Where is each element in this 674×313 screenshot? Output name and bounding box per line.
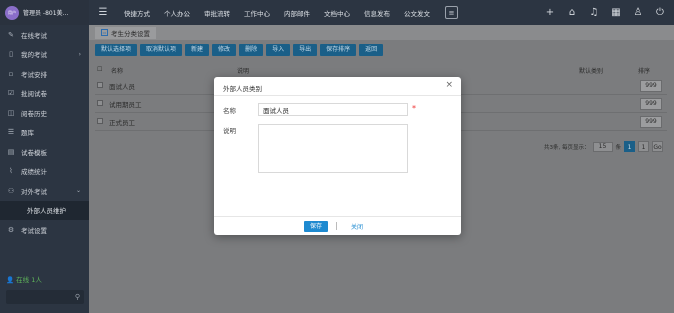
top-navbar: ☰ 快捷方式 个人办公 审批流转 工作中心 内部邮件 文档中心 信息发布 公文发… bbox=[89, 0, 674, 25]
online-status: 👤 在线 1人 bbox=[6, 276, 42, 284]
chevron-right-icon: › bbox=[78, 50, 81, 58]
gear-icon: ⚙ bbox=[7, 225, 15, 234]
edit-icon: ✎ bbox=[8, 30, 14, 39]
top-icon-group: + ⌂ ♫ ▦ ♙ ⏻ bbox=[544, 0, 666, 25]
pagination: 共3条, 每页显示： 15 条 1 1 Go bbox=[544, 141, 664, 152]
export-button[interactable]: 导出 bbox=[293, 44, 318, 56]
chart-icon: ⌇ bbox=[9, 167, 13, 176]
row-name: 面试人员 bbox=[109, 83, 135, 91]
file-icon: ▫ bbox=[8, 69, 14, 78]
delete-button[interactable]: 删除 bbox=[239, 44, 264, 56]
nav-shortcuts[interactable]: 快捷方式 bbox=[117, 8, 157, 18]
nav-personal-office[interactable]: 个人办公 bbox=[157, 8, 197, 18]
sidebar-item-paper-template[interactable]: ▤ 试卷模板 bbox=[0, 142, 89, 162]
sidebar-item-score-stats[interactable]: ⌇ 成绩统计 bbox=[0, 162, 89, 182]
page-size-select[interactable]: 15 bbox=[592, 141, 613, 152]
plus-icon[interactable]: + bbox=[544, 7, 556, 18]
set-default-button[interactable]: 默认选择项 bbox=[95, 44, 138, 56]
shirt-icon[interactable]: ♙ bbox=[632, 7, 644, 18]
chevron-down-icon: ⌄ bbox=[75, 187, 81, 195]
search-icon[interactable]: ⚲ bbox=[75, 293, 80, 301]
sidebar-item-grade-papers[interactable]: ☑ 批阅试卷 bbox=[0, 84, 89, 104]
edit-button[interactable]: 修改 bbox=[212, 44, 237, 56]
check-icon: ☑ bbox=[7, 89, 15, 98]
sidebar: 用户 管理员 -801美... ✎ 在线考试 ▯ 我的考试 › ▫ 考试安排 ☑ 批阅试卷… bbox=[0, 0, 89, 313]
sidebar-item-grading-history[interactable]: ◫ 阅卷历史 bbox=[0, 103, 89, 123]
dialog-footer-divider bbox=[214, 216, 461, 217]
required-mark: * bbox=[412, 104, 416, 113]
page-go-button[interactable]: Go bbox=[652, 141, 664, 152]
desc-textarea[interactable] bbox=[258, 124, 408, 173]
page-jump-input[interactable]: 1 bbox=[638, 141, 650, 152]
name-label: 名称 bbox=[223, 107, 236, 115]
user-name[interactable]: 管理员 -801美... bbox=[23, 8, 68, 17]
column-desc: 说明 bbox=[237, 68, 250, 75]
pager-summary: 共3条, 每页显示： bbox=[544, 144, 590, 151]
name-input[interactable] bbox=[258, 103, 408, 116]
sidebar-item-exam-settings[interactable]: ⚙ 考试设置 bbox=[0, 220, 89, 240]
sidebar-item-external-staff[interactable]: 外部人员维护 bbox=[0, 200, 89, 220]
book-icon: ▯ bbox=[9, 50, 13, 59]
column-default: 默认类别 bbox=[579, 68, 604, 75]
dialog-divider bbox=[214, 95, 461, 96]
sidebar-item-my-exam[interactable]: ▯ 我的考试 › bbox=[0, 45, 89, 65]
row-name: 正式员工 bbox=[109, 119, 135, 127]
bell-icon[interactable]: ♫ bbox=[588, 7, 600, 18]
page-current-button[interactable]: 1 bbox=[624, 141, 636, 152]
pager-unit: 条 bbox=[615, 144, 622, 151]
row-name: 试用期员工 bbox=[109, 101, 142, 109]
nav-approval[interactable]: 审批流转 bbox=[197, 8, 237, 18]
menu-toggle-icon[interactable]: ☰ bbox=[93, 7, 113, 18]
nav-doc-center[interactable]: 文档中心 bbox=[317, 8, 357, 18]
order-input[interactable]: 999 bbox=[640, 98, 662, 110]
nav-official-doc[interactable]: 公文发文 bbox=[397, 8, 437, 18]
avatar[interactable]: 用户 bbox=[5, 5, 19, 20]
select-all-checkbox[interactable]: ☐ bbox=[97, 66, 102, 73]
column-name: 名称 bbox=[111, 68, 124, 75]
power-icon[interactable]: ⏻ bbox=[654, 7, 666, 18]
tab-bar: ▭ 考生分类设置 bbox=[89, 25, 674, 40]
column-order: 排序 bbox=[638, 68, 651, 75]
top-nav: 快捷方式 个人办公 审批流转 工作中心 内部邮件 文档中心 信息发布 公文发文 bbox=[117, 8, 437, 18]
toolbar: 默认选择项 取消默认项 新建 修改 删除 导入 导出 保存排序 返回 bbox=[95, 44, 384, 56]
footer-separator bbox=[336, 222, 337, 230]
sidebar-item-exam-schedule[interactable]: ▫ 考试安排 bbox=[0, 64, 89, 84]
history-icon: ◫ bbox=[7, 108, 15, 117]
nav-internal-mail[interactable]: 内部邮件 bbox=[277, 8, 317, 18]
table-header: ☐ 名称 说明 默认类别 排序 bbox=[95, 65, 667, 76]
save-button[interactable]: 保存 bbox=[304, 221, 328, 232]
template-icon: ▤ bbox=[7, 147, 15, 156]
save-order-button[interactable]: 保存排序 bbox=[320, 44, 357, 56]
user-header: 用户 管理员 -801美... bbox=[0, 0, 89, 25]
row-checkbox[interactable] bbox=[97, 118, 103, 124]
nav-work-center[interactable]: 工作中心 bbox=[237, 8, 277, 18]
back-button[interactable]: 返回 bbox=[359, 44, 384, 56]
list-icon: ☰ bbox=[7, 128, 15, 137]
row-checkbox[interactable] bbox=[97, 82, 103, 88]
new-button[interactable]: 新建 bbox=[185, 44, 210, 56]
order-input[interactable]: 999 bbox=[640, 80, 662, 92]
home-icon[interactable]: ⌂ bbox=[566, 7, 578, 18]
desc-label: 说明 bbox=[223, 127, 236, 135]
dialog-title: 外部人员类别 bbox=[223, 85, 262, 93]
grid-icon[interactable]: ▦ bbox=[610, 7, 622, 18]
sidebar-item-question-bank[interactable]: ☰ 题库 bbox=[0, 123, 89, 143]
category-dialog: 外部人员类别 × 名称 * 说明 保存 关闭 bbox=[214, 77, 461, 235]
import-button[interactable]: 导入 bbox=[266, 44, 291, 56]
cancel-default-button[interactable]: 取消默认项 bbox=[140, 44, 183, 56]
sidebar-search-input[interactable]: ⚲ bbox=[6, 290, 84, 304]
nav-info-publish[interactable]: 信息发布 bbox=[357, 8, 397, 18]
sidebar-item-external-exam[interactable]: ⚇ 对外考试 ⌄ bbox=[0, 181, 89, 201]
sidebar-item-online-exam[interactable]: ✎ 在线考试 bbox=[0, 25, 89, 45]
document-icon: ▭ bbox=[101, 29, 108, 36]
order-input[interactable]: 999 bbox=[640, 116, 662, 128]
close-button[interactable]: 关闭 bbox=[351, 222, 363, 231]
close-icon[interactable]: × bbox=[445, 80, 453, 90]
more-menu-icon[interactable]: ≡ bbox=[445, 6, 458, 19]
row-checkbox[interactable] bbox=[97, 100, 103, 106]
tab-category-settings[interactable]: ▭ 考生分类设置 bbox=[95, 26, 156, 39]
users-icon: ⚇ bbox=[7, 186, 15, 195]
